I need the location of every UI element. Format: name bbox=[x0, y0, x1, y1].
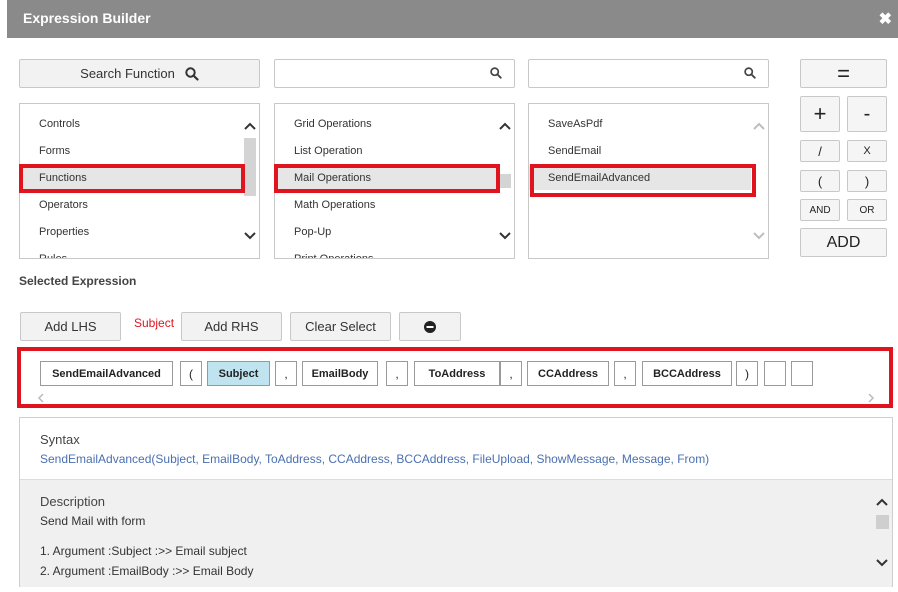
chevron-down-icon[interactable] bbox=[243, 231, 257, 241]
or-button[interactable]: OR bbox=[847, 199, 887, 221]
title-bar: Expression Builder ✖ bbox=[7, 0, 898, 38]
add-operator-button[interactable]: ADD bbox=[800, 228, 887, 257]
expression-token[interactable]: BCCAddress bbox=[642, 361, 732, 386]
list-item[interactable]: Pop-Up bbox=[275, 220, 497, 244]
divide-button[interactable]: / bbox=[800, 140, 840, 162]
dialog-title: Expression Builder bbox=[23, 10, 151, 26]
expression-token[interactable]: ) bbox=[736, 361, 758, 386]
and-button[interactable]: AND bbox=[800, 199, 840, 221]
chevron-down-icon[interactable] bbox=[498, 231, 512, 241]
function-group-list: Grid Operations List Operation Mail Oper… bbox=[274, 103, 515, 259]
list-item[interactable]: SendEmail bbox=[529, 139, 751, 163]
expression-token[interactable]: Subject bbox=[207, 361, 270, 386]
chevron-right-icon[interactable] bbox=[867, 393, 875, 403]
list-item[interactable]: Print Operations bbox=[275, 247, 497, 258]
expression-token[interactable]: , bbox=[500, 361, 522, 386]
list-item[interactable]: Functions bbox=[20, 166, 242, 190]
expression-token[interactable]: ToAddress bbox=[414, 361, 500, 386]
close-paren-button[interactable]: ) bbox=[847, 170, 887, 192]
expression-token[interactable]: , bbox=[614, 361, 636, 386]
minus-circle-icon bbox=[424, 320, 436, 333]
selected-expression-label: Selected Expression bbox=[19, 274, 137, 288]
list-item[interactable]: SendEmailAdvanced bbox=[529, 166, 751, 190]
description-text: Send Mail with form bbox=[40, 514, 146, 528]
multiply-button[interactable]: X bbox=[847, 140, 887, 162]
scrollbar-thumb[interactable] bbox=[499, 174, 511, 188]
add-lhs-button[interactable]: Add LHS bbox=[20, 312, 121, 341]
list-item[interactable]: List Operation bbox=[275, 139, 497, 163]
list-item[interactable]: Controls bbox=[20, 112, 242, 136]
expression-token[interactable] bbox=[791, 361, 813, 386]
chevron-up-icon[interactable] bbox=[875, 497, 889, 507]
syntax-section: Syntax SendEmailAdvanced(Subject, EmailB… bbox=[20, 418, 892, 480]
expression-token[interactable]: EmailBody bbox=[302, 361, 378, 386]
list-scrollbar[interactable] bbox=[750, 104, 768, 258]
minus-button[interactable]: - bbox=[847, 96, 887, 132]
list-item[interactable]: Math Operations bbox=[275, 193, 497, 217]
expression-token[interactable]: , bbox=[275, 361, 297, 386]
equals-button[interactable]: = bbox=[800, 59, 887, 88]
syntax-text: SendEmailAdvanced(Subject, EmailBody, To… bbox=[40, 452, 710, 466]
scrollbar-thumb[interactable] bbox=[244, 138, 256, 196]
open-paren-button[interactable]: ( bbox=[800, 170, 840, 192]
argument-line: 2. Argument :EmailBody :>> Email Body bbox=[40, 564, 254, 578]
list-item[interactable]: Grid Operations bbox=[275, 112, 497, 136]
category-list: Controls Forms Functions Operators Prope… bbox=[19, 103, 260, 259]
chevron-up-icon[interactable] bbox=[752, 121, 766, 131]
argument-line: 1. Argument :Subject :>> Email subject bbox=[40, 544, 247, 558]
add-rhs-button[interactable]: Add RHS bbox=[181, 312, 282, 341]
search-function-button[interactable]: Search Function bbox=[19, 59, 260, 88]
list-item[interactable]: Properties bbox=[20, 220, 242, 244]
scrollbar-thumb[interactable] bbox=[876, 515, 889, 529]
operation-search-box bbox=[528, 59, 769, 88]
list-item[interactable]: Rules bbox=[20, 247, 242, 258]
chevron-down-icon[interactable] bbox=[875, 558, 889, 568]
description-label: Description bbox=[40, 494, 106, 509]
search-function-label: Search Function bbox=[80, 66, 175, 81]
search-icon bbox=[185, 66, 199, 81]
list-scrollbar[interactable] bbox=[241, 104, 259, 258]
list-item[interactable]: Operators bbox=[20, 193, 242, 217]
close-icon[interactable]: ✖ bbox=[879, 9, 892, 29]
chevron-up-icon[interactable] bbox=[498, 121, 512, 131]
search-icon[interactable] bbox=[744, 67, 756, 79]
chevron-up-icon[interactable] bbox=[243, 121, 257, 131]
chevron-down-icon[interactable] bbox=[752, 231, 766, 241]
list-item[interactable]: Forms bbox=[20, 139, 242, 163]
list-scrollbar[interactable] bbox=[496, 104, 514, 258]
info-panel: Syntax SendEmailAdvanced(Subject, EmailB… bbox=[19, 417, 893, 587]
expression-builder-dialog: Expression Builder ✖ Search Function Con… bbox=[0, 0, 898, 592]
function-search-box bbox=[274, 59, 515, 88]
remove-button[interactable] bbox=[399, 312, 461, 341]
list-item[interactable]: SaveAsPdf bbox=[529, 112, 751, 136]
plus-button[interactable]: + bbox=[800, 96, 840, 132]
function-search-input[interactable] bbox=[281, 64, 471, 84]
list-item[interactable]: Mail Operations bbox=[275, 166, 497, 190]
expression-token[interactable]: CCAddress bbox=[527, 361, 609, 386]
search-icon[interactable] bbox=[490, 67, 502, 79]
expression-token[interactable]: , bbox=[386, 361, 408, 386]
description-section: Description Send Mail with form 1. Argum… bbox=[20, 480, 892, 587]
expression-token[interactable]: ( bbox=[180, 361, 202, 386]
expression-token[interactable]: SendEmailAdvanced bbox=[40, 361, 173, 386]
selected-lhs-label: Subject bbox=[134, 316, 175, 330]
operation-search-input[interactable] bbox=[535, 64, 725, 84]
expression-token[interactable] bbox=[764, 361, 786, 386]
clear-select-button[interactable]: Clear Select bbox=[290, 312, 391, 341]
expression-strip: SendEmailAdvanced ( Subject , EmailBody … bbox=[17, 347, 893, 408]
description-scrollbar[interactable] bbox=[872, 480, 892, 587]
syntax-label: Syntax bbox=[40, 432, 80, 447]
operation-list: SaveAsPdf SendEmail SendEmailAdvanced bbox=[528, 103, 769, 259]
chevron-left-icon[interactable] bbox=[37, 393, 45, 403]
